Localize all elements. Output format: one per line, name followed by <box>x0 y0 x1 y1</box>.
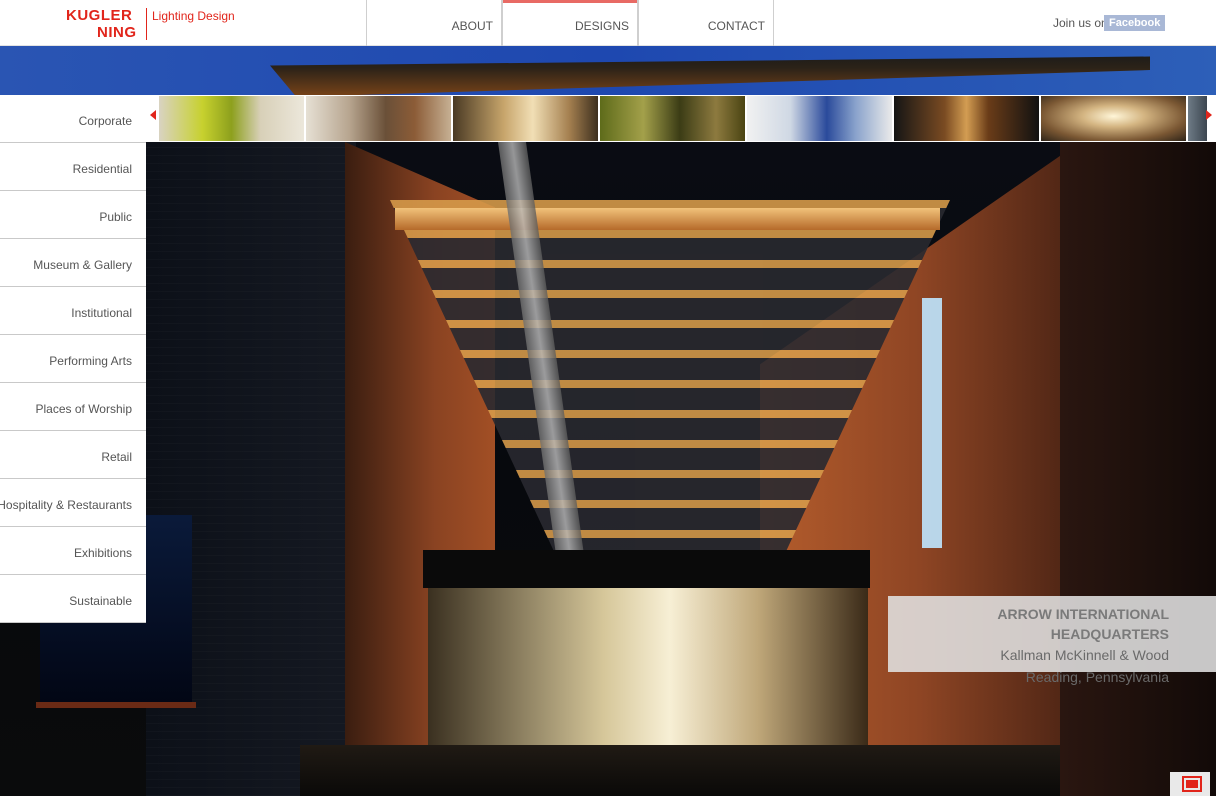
category-residential[interactable]: Residential <box>0 143 146 191</box>
facebook-button[interactable]: Facebook <box>1104 15 1166 31</box>
nav-contact[interactable]: CONTACT <box>638 0 774 46</box>
fullscreen-icon <box>1182 776 1202 792</box>
category-label: Institutional <box>71 306 132 320</box>
category-label: Hospitality & Restaurants <box>0 498 132 512</box>
fullscreen-button[interactable] <box>1170 772 1210 796</box>
category-label: Retail <box>101 450 132 464</box>
category-performing-arts[interactable]: Performing Arts <box>0 335 146 383</box>
category-exhibitions[interactable]: Exhibitions <box>0 527 146 575</box>
thumbnail[interactable] <box>747 96 893 141</box>
category-menu: Corporate Residential Public Museum & Ga… <box>0 95 146 623</box>
logo-divider <box>146 8 147 40</box>
thumbnail[interactable] <box>453 96 599 141</box>
arrow-right-icon[interactable] <box>1206 110 1212 120</box>
logo-tagline: Lighting Design <box>152 9 235 23</box>
thumbnail[interactable] <box>1041 96 1187 141</box>
ceiling-beam <box>395 208 940 230</box>
category-sustainable[interactable]: Sustainable <box>0 575 146 623</box>
category-public[interactable]: Public <box>0 191 146 239</box>
logo-line-2: NING <box>97 24 137 41</box>
project-location: Reading, Pennsylvania <box>1025 669 1169 685</box>
thumbnail[interactable] <box>306 96 452 141</box>
project-title: ARROW INTERNATIONAL HEADQUARTERS <box>997 606 1169 642</box>
category-label: Exhibitions <box>73 546 132 560</box>
category-label: Residential <box>72 162 132 176</box>
category-label: Places of Worship <box>35 402 133 416</box>
entry-canopy <box>423 550 870 588</box>
glass-entrance <box>428 588 868 748</box>
thumbnail[interactable] <box>894 96 1040 141</box>
category-museum-gallery[interactable]: Museum & Gallery <box>0 239 146 287</box>
thumbnail[interactable] <box>600 96 746 141</box>
thumbnail[interactable] <box>1188 96 1208 141</box>
nav-about[interactable]: ABOUT <box>366 0 502 46</box>
nav-contact-label: CONTACT <box>707 19 765 33</box>
logo-line-1: KUGLER <box>66 7 133 24</box>
nav-designs-label: DESIGNS <box>574 19 629 33</box>
category-corporate[interactable]: Corporate <box>0 95 146 143</box>
category-label: Corporate <box>78 114 132 128</box>
category-label: Performing Arts <box>49 354 132 368</box>
floor <box>300 745 1060 796</box>
thumbnail[interactable] <box>159 96 305 141</box>
category-places-of-worship[interactable]: Places of Worship <box>0 383 146 431</box>
nav-designs[interactable]: DESIGNS <box>502 0 638 46</box>
right-window <box>922 298 942 548</box>
brand-logo[interactable]: KUGLER NING Lighting Design <box>66 8 246 42</box>
category-hospitality-restaurants[interactable]: Hospitality & Restaurants <box>0 479 146 527</box>
category-institutional[interactable]: Institutional <box>0 287 146 335</box>
nav-about-label: ABOUT <box>451 19 493 33</box>
category-label: Sustainable <box>69 594 132 608</box>
arrow-left-icon[interactable] <box>150 110 156 120</box>
window-ledge <box>36 702 196 708</box>
thumbnail-strip <box>146 95 1216 142</box>
project-architect: Kallman McKinnell & Wood <box>1000 647 1169 663</box>
project-caption: ARROW INTERNATIONAL HEADQUARTERS Kallman… <box>888 596 1216 685</box>
join-us-text: Join us on <box>1053 16 1108 30</box>
category-label: Museum & Gallery <box>33 258 132 272</box>
right-dark-wall <box>1060 142 1216 796</box>
site-header: KUGLER NING Lighting Design ABOUT DESIGN… <box>0 0 1216 46</box>
category-label: Public <box>99 210 132 224</box>
category-retail[interactable]: Retail <box>0 431 146 479</box>
active-indicator <box>503 0 637 3</box>
